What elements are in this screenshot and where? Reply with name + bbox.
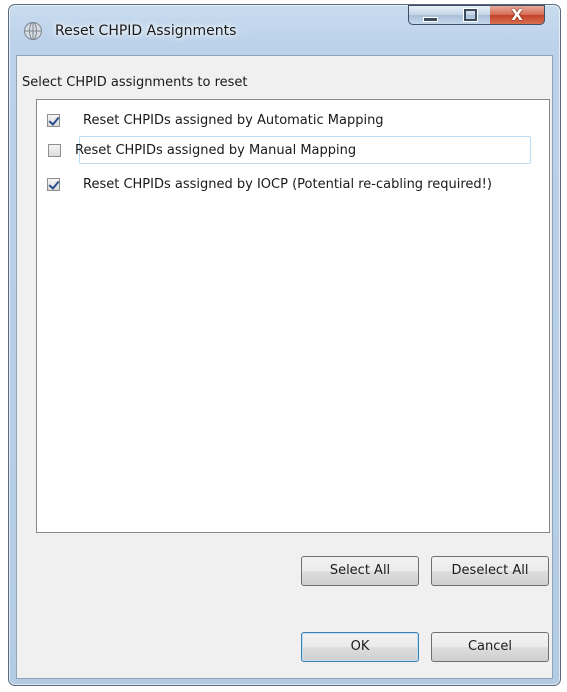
cancel-button[interactable]: Cancel [431,632,549,662]
select-all-button[interactable]: Select All [301,556,419,586]
option-automatic-mapping[interactable]: Reset CHPIDs assigned by Automatic Mappi… [47,106,531,134]
option-label: Reset CHPIDs assigned by Automatic Mappi… [83,112,384,128]
option-manual-mapping[interactable]: Reset CHPIDs assigned by Manual Mapping [48,136,531,164]
automatic-mapping-checkbox[interactable] [47,113,60,127]
option-label: Reset CHPIDs assigned by Manual Mapping [75,142,357,158]
option-iocp[interactable]: Reset CHPIDs assigned by IOCP (Potential… [47,170,531,198]
maximize-button[interactable] [449,5,491,25]
group-label: Select CHPID assignments to reset [22,75,248,90]
ok-button[interactable]: OK [301,632,419,662]
option-label: Reset CHPIDs assigned by IOCP (Potential… [83,176,492,192]
title-bar[interactable]: Reset CHPID Assignments X [9,5,560,55]
close-icon: X [511,6,523,24]
close-button[interactable]: X [490,5,545,25]
deselect-all-button[interactable]: Deselect All [431,556,549,586]
maximize-icon [463,8,478,22]
chpid-options-list[interactable]: Reset CHPIDs assigned by Automatic Mappi… [36,99,550,533]
manual-mapping-checkbox[interactable] [48,143,61,157]
minimize-icon [423,17,438,22]
window-title: Reset CHPID Assignments [55,23,237,39]
iocp-checkbox[interactable] [47,177,60,191]
globe-icon [24,22,42,40]
minimize-button[interactable] [408,5,450,25]
